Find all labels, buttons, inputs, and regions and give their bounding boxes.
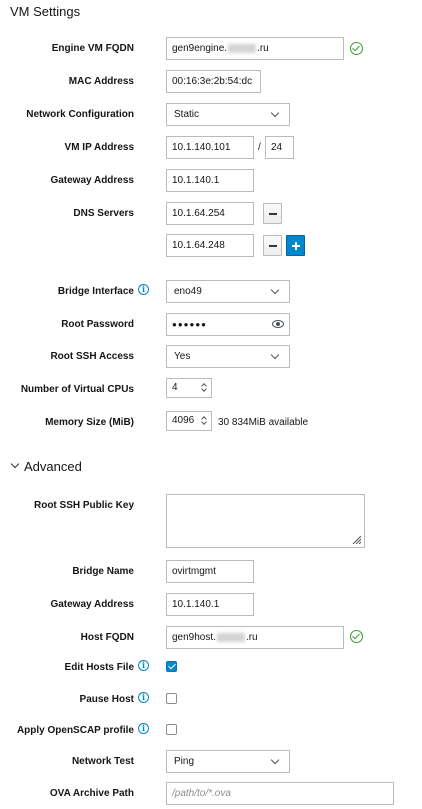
network-configuration-select[interactable]: Static	[166, 103, 290, 126]
dns-servers-label: DNS Servers	[73, 208, 134, 219]
engine-fqdn-prefix: gen9engine.	[172, 43, 228, 54]
root-ssh-access-select[interactable]: Yes	[166, 345, 290, 368]
chevron-down-icon	[270, 285, 280, 295]
ova-archive-path-label: OVA Archive Path	[49, 788, 134, 799]
dns-server-input[interactable]: 10.1.64.254	[166, 202, 254, 225]
vcpus-label: Number of Virtual CPUs	[20, 384, 134, 395]
dns-server-input[interactable]: 10.1.64.248	[166, 234, 254, 257]
redacted-mask	[228, 43, 257, 53]
network-test-select[interactable]: Ping	[166, 750, 290, 773]
info-circle-icon[interactable]: i	[138, 660, 149, 671]
info-circle-icon[interactable]: i	[138, 723, 149, 734]
vcpus-stepper[interactable]: 4	[166, 378, 212, 398]
root-password-label: Root Password	[61, 319, 134, 330]
memory-available-text: 30 834MiB available	[218, 417, 309, 428]
remove-dns-button[interactable]	[263, 235, 282, 256]
check-circle-icon	[350, 630, 363, 643]
check-circle-icon	[350, 42, 363, 55]
host-fqdn-suffix: .ru	[245, 632, 258, 643]
bridge-name-input[interactable]: ovirtmgmt	[166, 560, 254, 583]
bridge-interface-label: Bridge Interface	[57, 286, 134, 297]
engine-fqdn-label: Engine VM FQDN	[51, 43, 134, 54]
bridge-interface-value: eno49	[174, 286, 202, 297]
network-test-value: Ping	[174, 756, 195, 767]
host-fqdn-prefix: gen9host.	[172, 632, 216, 643]
gateway-address-input[interactable]: 10.1.140.1	[166, 169, 254, 192]
spinner-arrows-icon[interactable]	[200, 381, 209, 395]
resize-grip-icon[interactable]	[352, 535, 361, 544]
eye-icon[interactable]	[272, 320, 284, 328]
network-configuration-label: Network Configuration	[26, 109, 134, 120]
host-fqdn-label: Host FQDN	[80, 632, 134, 643]
ova-archive-path-placeholder: /path/to/*.ova	[172, 788, 231, 799]
memory-size-stepper[interactable]: 4096	[166, 411, 212, 431]
engine-fqdn-suffix: .ru	[257, 43, 269, 54]
network-configuration-value: Static	[174, 109, 200, 120]
chevron-down-icon	[270, 755, 280, 765]
gateway-address-label: Gateway Address	[50, 175, 134, 186]
ssh-public-key-label: Root SSH Public Key	[33, 500, 134, 511]
memory-size-value: 4096	[172, 415, 195, 426]
host-fqdn-input[interactable]: gen9host. .ru	[166, 626, 344, 649]
mac-address-label: MAC Address	[68, 76, 134, 87]
info-circle-icon[interactable]: i	[138, 284, 149, 295]
network-test-label: Network Test	[71, 756, 134, 767]
ova-archive-path-input[interactable]: /path/to/*.ova	[166, 782, 394, 805]
advanced-gateway-label: Gateway Address	[50, 599, 134, 610]
info-circle-icon[interactable]: i	[138, 692, 149, 703]
ssh-public-key-textarea[interactable]	[166, 494, 365, 548]
root-ssh-access-value: Yes	[174, 351, 191, 362]
redacted-mask	[216, 632, 245, 642]
bridge-interface-select[interactable]: eno49	[166, 280, 290, 303]
vcpus-value: 4	[172, 382, 178, 393]
add-dns-button[interactable]	[286, 235, 305, 256]
remove-dns-button[interactable]	[263, 203, 282, 224]
minus-icon	[269, 245, 277, 247]
mac-address-input[interactable]: 00:16:3e:2b:54:dc	[166, 70, 261, 93]
ip-prefix-separator: /	[258, 142, 261, 153]
vm-ip-input[interactable]: 10.1.140.101	[166, 136, 254, 159]
edit-hosts-file-label: Edit Hosts File	[64, 662, 134, 673]
edit-hosts-file-checkbox[interactable]	[166, 661, 177, 672]
root-ssh-access-label: Root SSH Access	[50, 351, 134, 362]
memory-size-label: Memory Size (MiB)	[45, 417, 134, 428]
spinner-arrows-icon[interactable]	[200, 414, 209, 428]
vm-settings-title: VM Settings	[10, 4, 81, 19]
advanced-toggle[interactable]: Advanced	[24, 459, 82, 474]
engine-fqdn-input[interactable]: gen9engine. .ru	[166, 37, 344, 60]
bridge-name-label: Bridge Name	[72, 566, 134, 577]
chevron-down-icon	[270, 108, 280, 118]
pause-host-label: Pause Host	[79, 694, 134, 705]
vm-ip-label: VM IP Address	[64, 142, 134, 153]
chevron-down-icon[interactable]	[10, 459, 20, 469]
openscap-checkbox[interactable]	[166, 724, 177, 735]
minus-icon	[269, 213, 277, 215]
openscap-label: Apply OpenSCAP profile	[16, 725, 134, 736]
advanced-gateway-input[interactable]: 10.1.140.1	[166, 593, 254, 616]
pause-host-checkbox[interactable]	[166, 693, 177, 704]
ip-prefix-input[interactable]: 24	[265, 136, 294, 159]
chevron-down-icon	[270, 350, 280, 360]
